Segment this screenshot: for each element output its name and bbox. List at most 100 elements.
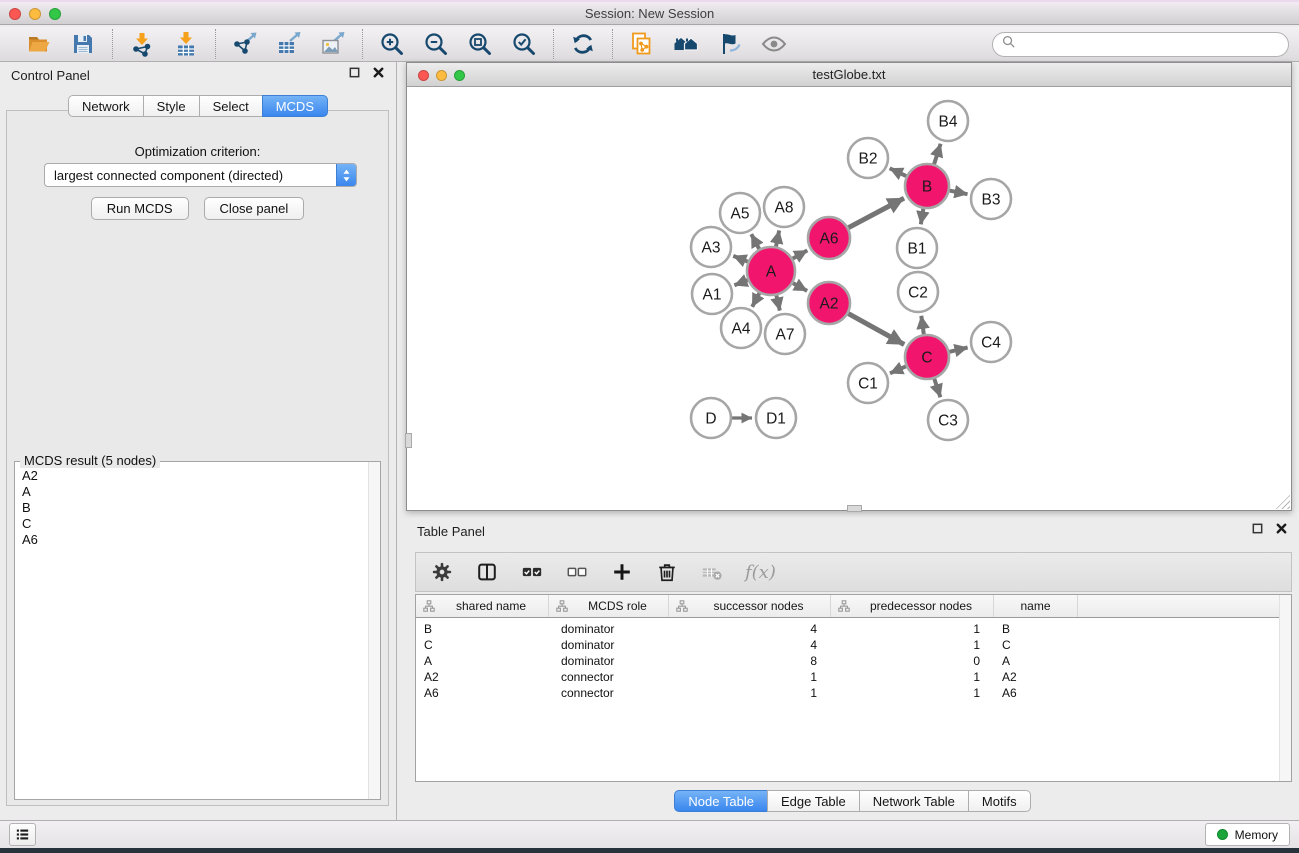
column-header-predecessor-nodes[interactable]: predecessor nodes	[831, 595, 994, 617]
export-network-icon[interactable]	[231, 30, 259, 58]
graph-node-C4[interactable]: C4	[971, 322, 1011, 362]
cell-successor-nodes[interactable]: 4	[669, 638, 831, 652]
table-row[interactable]: A6connector11A6	[416, 685, 1291, 701]
zoom-in-icon[interactable]	[378, 30, 406, 58]
cell-MCDS-role[interactable]: dominator	[549, 638, 669, 652]
network-window-titlebar[interactable]: testGlobe.txt	[407, 63, 1291, 87]
mcds-result-item[interactable]: A2	[22, 468, 367, 484]
table-row[interactable]: A2connector11A2	[416, 669, 1291, 685]
tab-network-table[interactable]: Network Table	[859, 790, 969, 812]
cell-predecessor-nodes[interactable]: 1	[831, 686, 994, 700]
import-table-icon[interactable]	[172, 30, 200, 58]
graph-node-B2[interactable]: B2	[848, 138, 888, 178]
column-header-shared-name[interactable]: shared name	[416, 595, 549, 617]
graph-node-A2[interactable]: A2	[808, 282, 850, 324]
memory-button[interactable]: Memory	[1205, 823, 1290, 846]
float-panel-icon[interactable]	[348, 66, 361, 84]
cell-shared-name[interactable]: A2	[416, 670, 549, 684]
clone-network-icon[interactable]	[628, 30, 656, 58]
graph-edge-A6-B[interactable]	[848, 198, 904, 228]
mcds-result-item[interactable]: A	[22, 484, 367, 500]
graph-edge-A-A4[interactable]	[752, 293, 759, 307]
table-scrollbar[interactable]	[1279, 595, 1291, 781]
cell-name[interactable]: C	[994, 638, 1078, 652]
show-all-networks-icon[interactable]	[672, 30, 700, 58]
close-panel-icon[interactable]	[1275, 522, 1288, 540]
export-image-icon[interactable]	[319, 30, 347, 58]
graph-edge-A-A7[interactable]	[776, 295, 779, 310]
network-zoom-button[interactable]	[454, 70, 465, 81]
cell-successor-nodes[interactable]: 1	[669, 670, 831, 684]
graph-node-C1[interactable]: C1	[848, 363, 888, 403]
mcds-result-item[interactable]: A6	[22, 532, 367, 548]
bottom-resize-handle[interactable]	[847, 505, 862, 512]
graph-node-D[interactable]: D	[691, 398, 731, 438]
task-history-button[interactable]	[9, 823, 36, 846]
graph-node-C[interactable]: C	[905, 335, 949, 379]
graph-edge-B-B3[interactable]	[950, 191, 968, 195]
graph-edge-C-C2[interactable]	[921, 316, 924, 334]
close-window-button[interactable]	[9, 8, 21, 20]
close-panel-button[interactable]: Close panel	[204, 197, 305, 220]
cell-name[interactable]: B	[994, 622, 1078, 636]
split-view-icon[interactable]	[475, 560, 499, 584]
cell-shared-name[interactable]: A	[416, 654, 549, 668]
network-canvas[interactable]: AA1A2A3A4A5A6A7A8BB1B2B3B4CC1C2C3C4DD1	[407, 88, 1291, 510]
graph-edge-A-A5[interactable]	[751, 234, 759, 249]
result-scrollbar[interactable]	[368, 462, 380, 799]
float-panel-icon[interactable]	[1251, 522, 1264, 540]
cell-MCDS-role[interactable]: dominator	[549, 654, 669, 668]
tab-edge-table[interactable]: Edge Table	[767, 790, 860, 812]
column-header-successor-nodes[interactable]: successor nodes	[669, 595, 831, 617]
graph-node-B3[interactable]: B3	[971, 179, 1011, 219]
tab-mcds[interactable]: MCDS	[262, 95, 328, 117]
table-row[interactable]: Adominator80A	[416, 653, 1291, 669]
cell-predecessor-nodes[interactable]: 1	[831, 670, 994, 684]
refresh-icon[interactable]	[569, 30, 597, 58]
cell-name[interactable]: A2	[994, 670, 1078, 684]
graph-node-A1[interactable]: A1	[692, 274, 732, 314]
graph-node-C2[interactable]: C2	[898, 272, 938, 312]
cell-shared-name[interactable]: C	[416, 638, 549, 652]
cell-successor-nodes[interactable]: 8	[669, 654, 831, 668]
graph-edge-C-C1[interactable]	[890, 366, 906, 373]
cell-shared-name[interactable]: A6	[416, 686, 549, 700]
graph-node-A[interactable]: A	[747, 247, 795, 295]
graph-node-A4[interactable]: A4	[721, 308, 761, 348]
cell-shared-name[interactable]: B	[416, 622, 549, 636]
optimization-criterion-select[interactable]: largest connected component (directed)	[44, 163, 357, 187]
left-resize-handle[interactable]	[405, 433, 412, 448]
graph-node-A8[interactable]: A8	[764, 187, 804, 227]
graph-edge-B-B2[interactable]	[890, 168, 907, 176]
graph-edge-C-C4[interactable]	[949, 348, 967, 352]
tab-style[interactable]: Style	[143, 95, 200, 117]
column-header-name[interactable]: name	[994, 595, 1078, 617]
run-mcds-button[interactable]: Run MCDS	[91, 197, 189, 220]
tab-motifs[interactable]: Motifs	[968, 790, 1031, 812]
tab-select[interactable]: Select	[199, 95, 263, 117]
zoom-fit-icon[interactable]	[466, 30, 494, 58]
zoom-out-icon[interactable]	[422, 30, 450, 58]
zoom-selected-icon[interactable]	[510, 30, 538, 58]
column-header-MCDS-role[interactable]: MCDS role	[549, 595, 669, 617]
graph-edge-C-C3[interactable]	[934, 379, 940, 397]
graph-edge-A-A3[interactable]	[733, 256, 748, 262]
cell-MCDS-role[interactable]: dominator	[549, 622, 669, 636]
save-session-icon[interactable]	[69, 30, 97, 58]
graph-node-B[interactable]: B	[905, 164, 949, 208]
network-minimize-button[interactable]	[436, 70, 447, 81]
graph-node-A6[interactable]: A6	[808, 217, 850, 259]
cell-predecessor-nodes[interactable]: 1	[831, 622, 994, 636]
zoom-window-button[interactable]	[49, 8, 61, 20]
search-field[interactable]	[992, 32, 1289, 57]
export-table-icon[interactable]	[275, 30, 303, 58]
graph-edge-A-A8[interactable]	[776, 231, 779, 247]
mcds-result-item[interactable]: B	[22, 500, 367, 516]
cell-name[interactable]: A6	[994, 686, 1078, 700]
select-all-icon[interactable]	[520, 560, 544, 584]
cell-MCDS-role[interactable]: connector	[549, 670, 669, 684]
cell-predecessor-nodes[interactable]: 0	[831, 654, 994, 668]
search-input[interactable]	[1020, 37, 1280, 52]
tab-network[interactable]: Network	[68, 95, 144, 117]
close-panel-icon[interactable]	[372, 66, 385, 84]
